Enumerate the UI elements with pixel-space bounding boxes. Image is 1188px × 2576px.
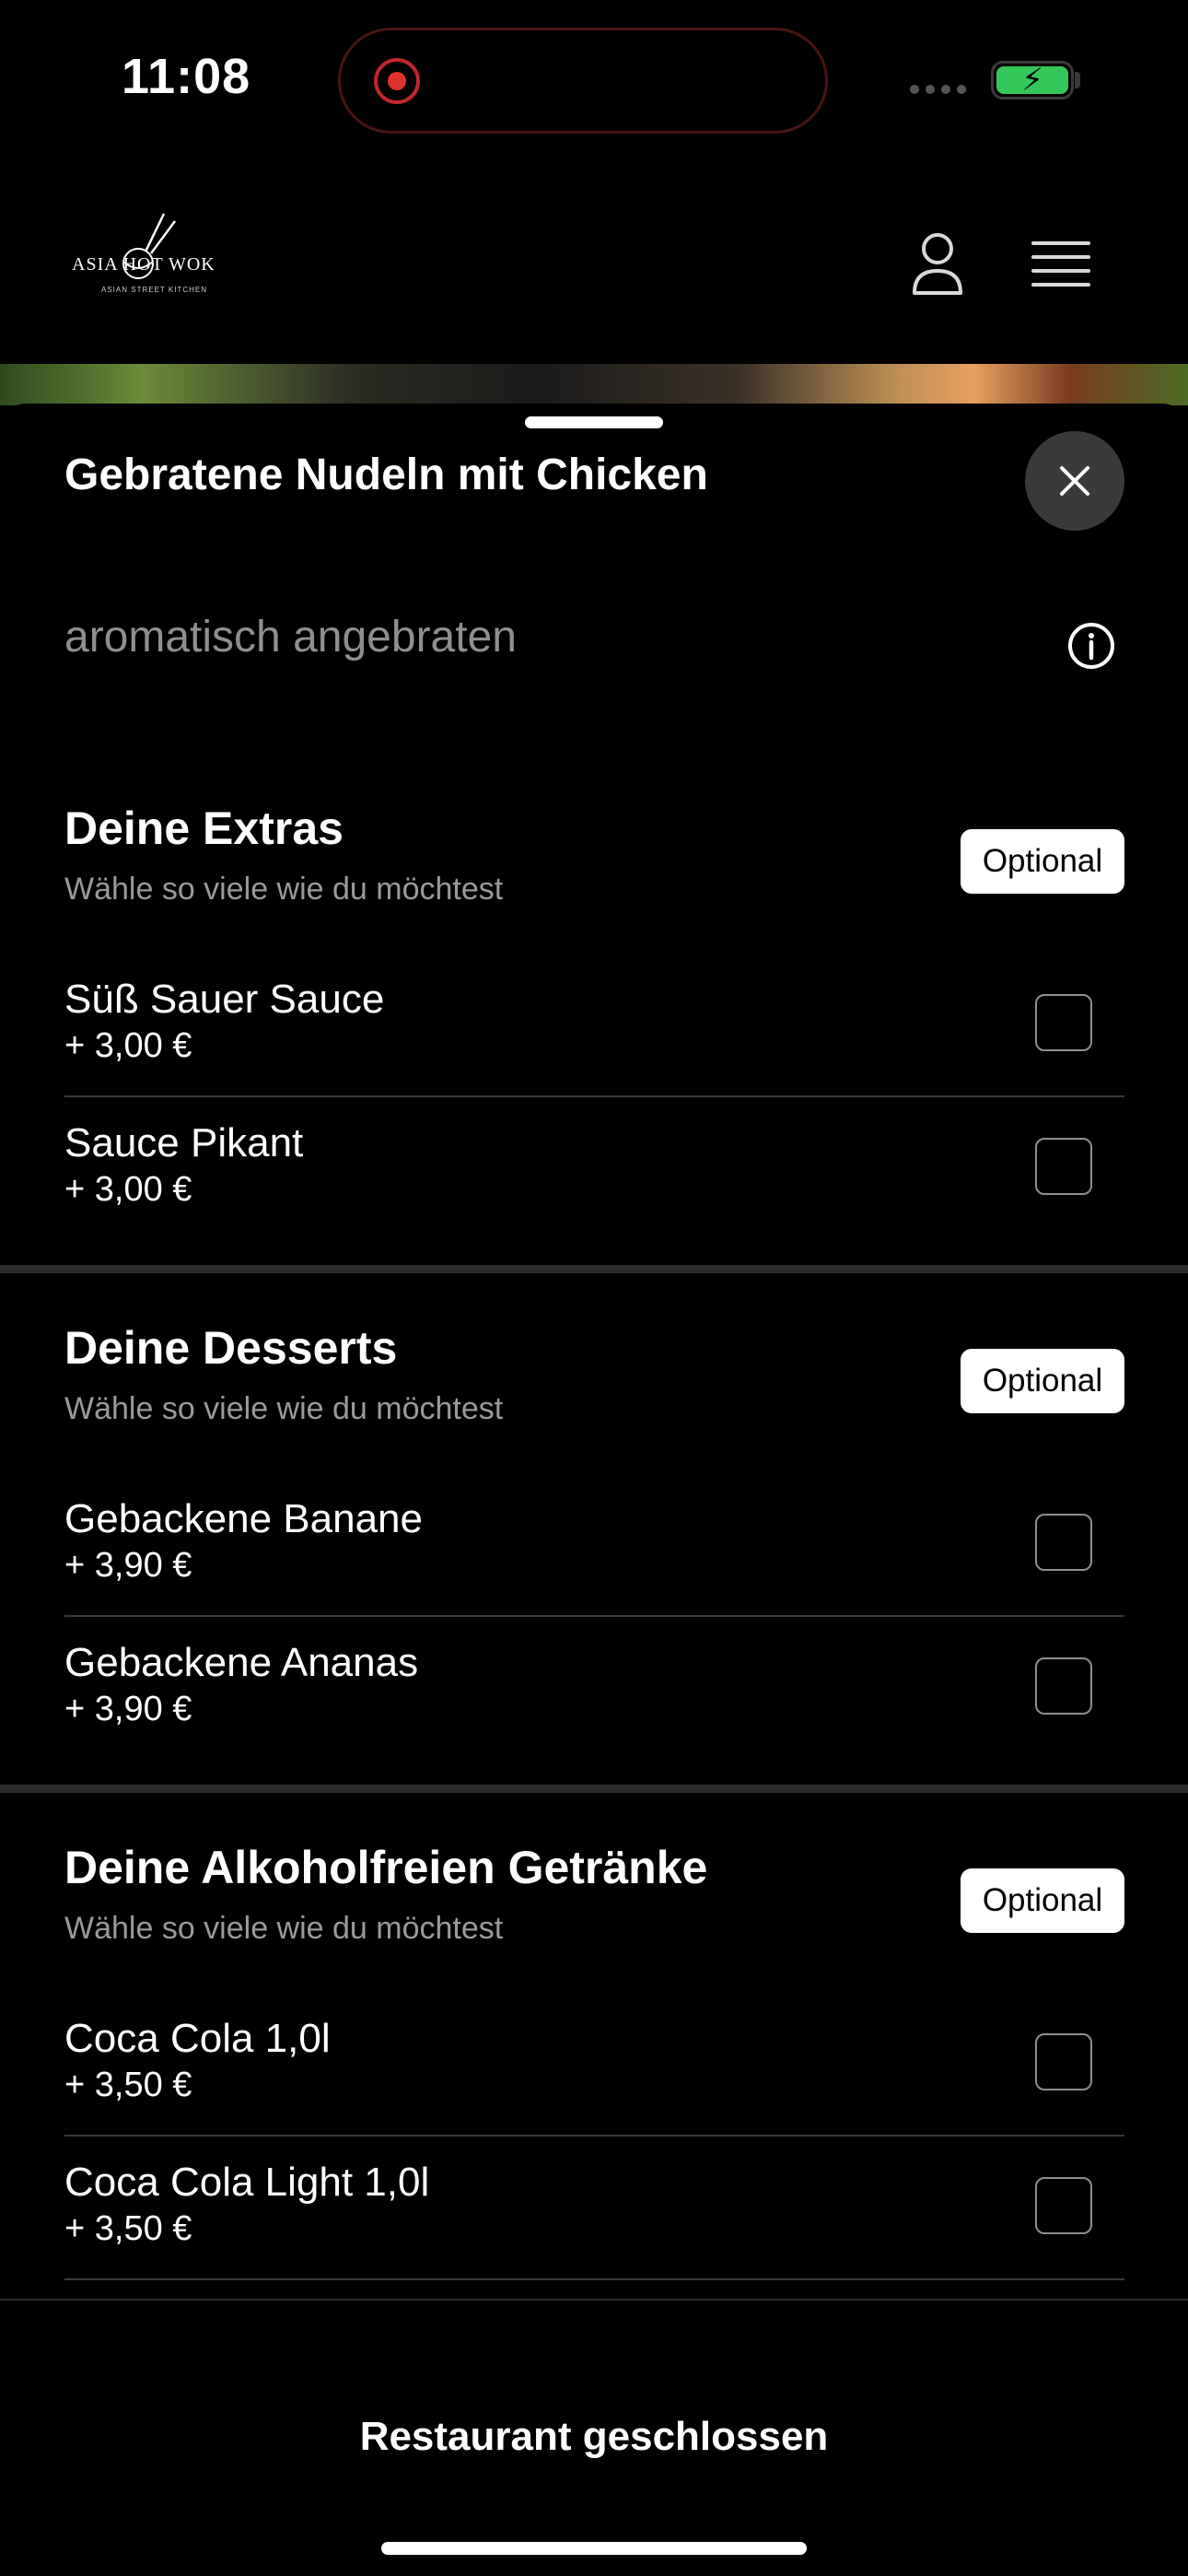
dynamic-island bbox=[338, 28, 828, 134]
option-price: + 3,50 € bbox=[64, 2066, 192, 2104]
section-separator bbox=[0, 1785, 1188, 1793]
option-checkbox-gebackene-banane[interactable] bbox=[1035, 1514, 1092, 1571]
divider bbox=[64, 1095, 1124, 1097]
divider bbox=[64, 1615, 1124, 1617]
logo-subtext: ASIAN STREET KITCHEN bbox=[101, 286, 207, 294]
restaurant-logo[interactable]: ASIA HOT WOK ASIAN STREET KITCHEN bbox=[72, 210, 215, 302]
status-time: 11:08 bbox=[122, 49, 251, 104]
option-checkbox-coca-cola[interactable] bbox=[1035, 2033, 1092, 2090]
option-price: + 3,00 € bbox=[64, 1026, 192, 1065]
section-title-getraenke: Deine Alkoholfreien Getränke bbox=[64, 1842, 708, 1893]
divider bbox=[64, 2135, 1124, 2137]
option-name: Gebackene Banane bbox=[64, 1496, 423, 1541]
option-price: + 3,90 € bbox=[64, 1546, 192, 1585]
close-button[interactable] bbox=[1025, 431, 1124, 531]
optional-badge: Optional bbox=[961, 1349, 1124, 1413]
item-title: Gebratene Nudeln mit Chicken bbox=[64, 451, 708, 499]
option-name: Gebackene Ananas bbox=[64, 1640, 419, 1685]
section-title-desserts: Deine Desserts bbox=[64, 1322, 398, 1374]
optional-badge: Optional bbox=[961, 829, 1124, 894]
section-separator bbox=[0, 1265, 1188, 1273]
option-name: Süß Sauer Sauce bbox=[64, 977, 385, 1022]
section-hint: Wähle so viele wie du möchtest bbox=[64, 1391, 504, 1426]
logo-text: ASIA HOT WOK bbox=[72, 254, 215, 275]
footer-divider bbox=[0, 2299, 1188, 2301]
section-hint: Wähle so viele wie du möchtest bbox=[64, 1911, 504, 1946]
option-name: Coca Cola Light 1,0l bbox=[64, 2160, 430, 2205]
option-checkbox-suess-sauer-sauce[interactable] bbox=[1035, 994, 1092, 1051]
home-indicator bbox=[381, 2542, 807, 2555]
option-price: + 3,00 € bbox=[64, 1170, 192, 1209]
option-price: + 3,90 € bbox=[64, 1690, 192, 1728]
user-icon[interactable] bbox=[910, 230, 965, 297]
hamburger-menu-icon[interactable] bbox=[1031, 241, 1090, 289]
item-description: aromatisch angebraten bbox=[64, 613, 517, 662]
option-checkbox-gebackene-ananas[interactable] bbox=[1035, 1657, 1092, 1715]
option-checkbox-sauce-pikant[interactable] bbox=[1035, 1138, 1092, 1195]
optional-badge: Optional bbox=[961, 1868, 1124, 1933]
signal-icon bbox=[910, 85, 966, 94]
recording-icon bbox=[374, 58, 420, 104]
close-icon bbox=[1060, 466, 1089, 496]
option-price: + 3,50 € bbox=[64, 2209, 192, 2248]
status-bar: 11:08 ⚡ bbox=[0, 0, 1188, 157]
sheet-grabber[interactable] bbox=[525, 416, 663, 428]
info-icon[interactable] bbox=[1067, 622, 1115, 670]
app-header: ASIA HOT WOK ASIAN STREET KITCHEN bbox=[0, 157, 1188, 364]
section-title-extras: Deine Extras bbox=[64, 802, 344, 854]
divider bbox=[64, 2278, 1124, 2280]
restaurant-status-button[interactable]: Restaurant geschlossen bbox=[0, 2414, 1188, 2460]
product-options-sheet: Gebratene Nudeln mit Chicken aromatisch … bbox=[0, 404, 1188, 2576]
option-name: Coca Cola 1,0l bbox=[64, 2016, 331, 2061]
hero-image bbox=[0, 364, 1188, 405]
option-checkbox-coca-cola-light[interactable] bbox=[1035, 2177, 1092, 2234]
section-hint: Wähle so viele wie du möchtest bbox=[64, 872, 504, 907]
battery-charging-icon: ⚡ bbox=[991, 61, 1074, 100]
option-name: Sauce Pikant bbox=[64, 1120, 304, 1165]
